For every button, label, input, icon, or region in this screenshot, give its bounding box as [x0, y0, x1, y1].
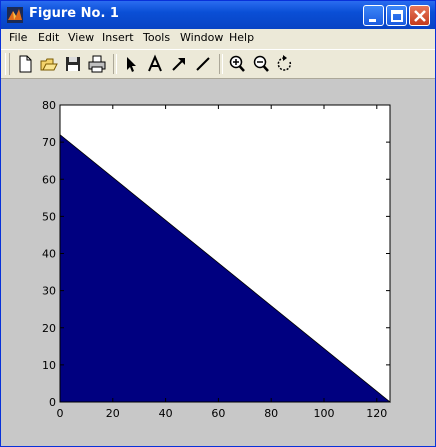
- y-tick-label: 20: [42, 322, 56, 335]
- toolbar-separator: [113, 54, 117, 74]
- figure-canvas: 0 20 40 60 80 100 120 0 10 20 30 40 50 60 70 80: [1, 79, 435, 446]
- menu-insert[interactable]: Insert: [102, 31, 134, 44]
- matlab-logo-icon[interactable]: [7, 7, 23, 23]
- close-button[interactable]: [409, 5, 430, 26]
- maximize-icon: [391, 10, 403, 22]
- x-tick-label: 120: [366, 407, 387, 420]
- zoom-in-icon[interactable]: [227, 54, 247, 74]
- close-icon: [414, 10, 426, 22]
- x-tick-label: 60: [211, 407, 225, 420]
- y-tick-label: 80: [42, 99, 56, 112]
- new-figure-icon[interactable]: [15, 54, 35, 74]
- plot-axes[interactable]: 0 20 40 60 80 100 120 0 10 20 30 40 50 60 70 80: [1, 79, 435, 446]
- y-tick-label: 0: [49, 396, 56, 409]
- x-tick-label: 0: [57, 407, 64, 420]
- menu-bar: File Edit View Insert Tools Window Help: [1, 29, 435, 49]
- menu-edit[interactable]: Edit: [38, 31, 59, 44]
- figure-window: Figure No. 1 File Edit View Insert Tools…: [0, 0, 436, 447]
- minimize-button[interactable]: [363, 5, 384, 26]
- save-icon[interactable]: [63, 54, 83, 74]
- figure-toolbar: [1, 49, 435, 79]
- y-tick-label: 10: [42, 359, 56, 372]
- menu-tools[interactable]: Tools: [143, 31, 170, 44]
- title-bar[interactable]: Figure No. 1: [1, 1, 435, 29]
- menu-file[interactable]: File: [9, 31, 27, 44]
- y-tick-label: 50: [42, 210, 56, 223]
- menu-window[interactable]: Window: [180, 31, 223, 44]
- insert-line-icon[interactable]: [193, 54, 213, 74]
- select-arrow-icon[interactable]: [121, 54, 141, 74]
- insert-text-icon[interactable]: [145, 54, 165, 74]
- window-title: Figure No. 1: [29, 6, 119, 21]
- x-tick-label: 100: [314, 407, 335, 420]
- print-icon[interactable]: [87, 54, 107, 74]
- minimize-icon: [369, 19, 376, 22]
- y-tick-label: 70: [42, 136, 56, 149]
- toolbar-separator: [219, 54, 223, 74]
- zoom-out-icon[interactable]: [251, 54, 271, 74]
- x-tick-label: 20: [106, 407, 120, 420]
- open-file-icon[interactable]: [39, 54, 59, 74]
- y-tick-label: 60: [42, 173, 56, 186]
- x-tick-label: 40: [159, 407, 173, 420]
- menu-help[interactable]: Help: [229, 31, 254, 44]
- y-tick-label: 40: [42, 248, 56, 261]
- rotate-3d-icon[interactable]: [275, 54, 295, 74]
- menu-view[interactable]: View: [68, 31, 94, 44]
- toolbar-grip[interactable]: [5, 53, 10, 75]
- x-tick-label: 80: [264, 407, 278, 420]
- maximize-button[interactable]: [386, 5, 407, 26]
- insert-arrow-icon[interactable]: [169, 54, 189, 74]
- y-tick-label: 30: [42, 285, 56, 298]
